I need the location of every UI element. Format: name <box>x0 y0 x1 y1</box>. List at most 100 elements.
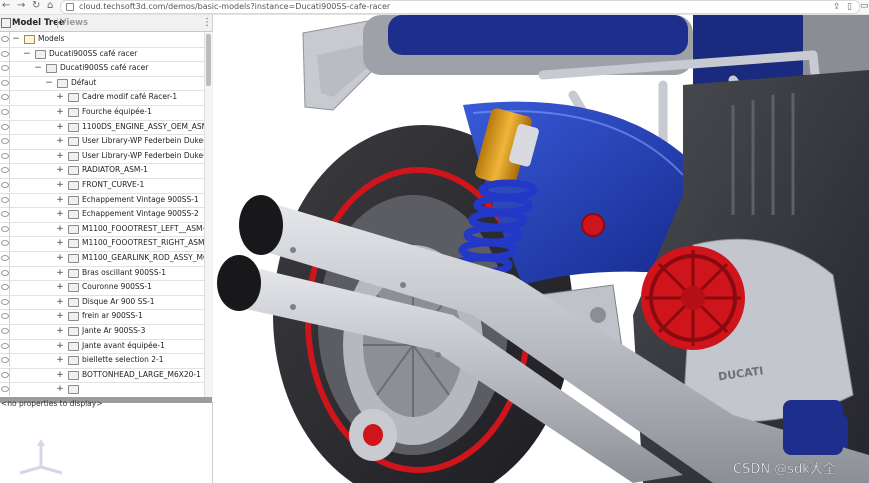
expand-plus-icon[interactable]: + <box>56 324 64 338</box>
expand-plus-icon[interactable]: + <box>56 309 64 323</box>
sidebar-toggle-icon[interactable]: ▭ <box>860 0 869 12</box>
tree-node-label[interactable]: BOTTONHEAD_LARGE_M6X20-1 <box>82 368 201 382</box>
tree-node-label[interactable]: M1100_FOOOTREST_RIGHT_ASM-1 <box>82 236 204 250</box>
expand-plus-icon[interactable]: + <box>56 266 64 280</box>
tree-row[interactable]: − Models <box>0 32 204 48</box>
visibility-eye-icon[interactable] <box>1 211 9 218</box>
visibility-eye-icon[interactable] <box>1 196 9 203</box>
expand-plus-icon[interactable]: + <box>56 353 64 367</box>
visibility-eye-icon[interactable] <box>1 313 9 320</box>
visibility-eye-icon[interactable] <box>1 386 9 393</box>
tree-node-label[interactable]: Ducati900SS café racer <box>49 47 137 61</box>
tree-node-label[interactable]: Disque Ar 900 SS-1 <box>82 295 155 309</box>
visibility-eye-icon[interactable] <box>1 109 9 115</box>
visibility-eye-icon[interactable] <box>1 65 9 72</box>
expand-plus-icon[interactable]: + <box>56 134 64 148</box>
expand-plus-icon[interactable]: + <box>56 382 64 396</box>
reload-icon[interactable]: ↻ <box>32 0 40 12</box>
expand-plus-icon[interactable]: + <box>56 222 64 236</box>
forward-arrow-icon[interactable]: → <box>17 0 25 12</box>
share-icon[interactable]: ⇪ <box>833 1 841 13</box>
tree-node-label[interactable]: Fourche équipée-1 <box>82 105 152 119</box>
tree-node-label[interactable]: Cadre modif café Racer-1 <box>82 90 177 104</box>
tree-row[interactable]: + User Library-WP Federbein Duke-2 <box>0 148 204 165</box>
tree-node-label[interactable]: User Library-WP Federbein Duke-1 <box>82 134 204 148</box>
tree-row[interactable]: + Echappement Vintage 900SS-2 <box>0 207 204 223</box>
visibility-eye-icon[interactable] <box>1 94 9 101</box>
collapse-minus-icon[interactable]: − <box>23 47 31 61</box>
address-bar[interactable]: cloud.techsoft3d.com/demos/basic-models?… <box>60 0 860 14</box>
expand-plus-icon[interactable]: + <box>56 193 64 207</box>
visibility-eye-icon[interactable] <box>1 138 9 145</box>
tree-row[interactable]: + Echappement Vintage 900SS-1 <box>0 192 204 209</box>
visibility-eye-icon[interactable] <box>1 328 9 334</box>
tree-node-label[interactable]: Jante Ar 900SS-3 <box>82 324 145 338</box>
tree-node-label[interactable]: FRONT_CURVE-1 <box>82 178 144 192</box>
bookmark-icon[interactable]: ▯ <box>847 1 852 13</box>
tree-row[interactable]: + Couronne 900SS-1 <box>0 280 204 296</box>
visibility-eye-icon[interactable] <box>1 298 9 305</box>
visibility-eye-icon[interactable] <box>1 240 9 247</box>
expand-plus-icon[interactable]: + <box>56 236 64 250</box>
tree-node-label[interactable]: biellette selection 2-1 <box>82 353 163 367</box>
tree-node-label[interactable]: M1100_GEARLINK_ROD_ASSY_MOTOCO... <box>82 251 204 265</box>
expand-plus-icon[interactable]: + <box>56 368 64 382</box>
tree-row[interactable]: + biellette selection 2-1 <box>0 353 204 369</box>
tree-row[interactable]: + Bras oscillant 900SS-1 <box>0 265 204 282</box>
tree-row[interactable]: + M1100_FOOOTREST_LEFT__ASM-1 <box>0 221 204 238</box>
tree-row[interactable]: + Jante Ar 900SS-3 <box>0 324 204 340</box>
visibility-eye-icon[interactable] <box>1 284 9 291</box>
tree-node-label[interactable]: RADIATOR_ASM-1 <box>82 163 148 177</box>
visibility-eye-icon[interactable] <box>1 225 9 232</box>
more-options-icon[interactable]: ⋮ <box>202 15 212 31</box>
panel-toggle-icon[interactable] <box>1 18 11 28</box>
tree-row[interactable]: + FRONT_CURVE-1 <box>0 178 204 194</box>
tree-row[interactable]: + User Library-WP Federbein Duke-1 <box>0 134 204 150</box>
tree-node-label[interactable]: Echappement Vintage 900SS-2 <box>82 207 199 221</box>
tree-row[interactable]: + Jante avant équipée-1 <box>0 338 204 355</box>
tree-row[interactable]: + BOTTONHEAD_LARGE_M6X20-1 <box>0 367 204 384</box>
visibility-eye-icon[interactable] <box>1 50 9 57</box>
motorcycle-model[interactable]: DUCATI CSDN @sdk大全 <box>213 15 869 483</box>
scrollbar-thumb[interactable] <box>206 34 211 86</box>
tree-row[interactable]: + M1100_FOOOTREST_RIGHT_ASM-1 <box>0 236 204 252</box>
3d-viewer-canvas[interactable]: DUCATI CSDN @sdk大全 <box>213 15 869 483</box>
visibility-eye-icon[interactable] <box>1 123 9 130</box>
tree-row[interactable]: + <box>0 382 204 398</box>
collapse-minus-icon[interactable]: − <box>34 61 42 75</box>
visibility-eye-icon[interactable] <box>1 342 9 349</box>
tree-node-label[interactable]: Models <box>38 32 64 46</box>
tree-row[interactable]: + M1100_GEARLINK_ROD_ASSY_MOTOCO... <box>0 251 204 267</box>
tree-node-label[interactable]: Echappement Vintage 900SS-1 <box>82 193 199 207</box>
tree-node-label[interactable]: 1100DS_ENGINE_ASSY_OEM_ASM-1 <box>82 120 204 134</box>
tree-row[interactable]: − Ducati900SS café racer <box>0 46 204 63</box>
expand-plus-icon[interactable]: + <box>56 105 64 119</box>
tree-node-label[interactable]: frein ar 900SS-1 <box>82 309 143 323</box>
expand-plus-icon[interactable]: + <box>56 280 64 294</box>
expand-plus-icon[interactable]: + <box>56 120 64 134</box>
tree-row[interactable]: + frein ar 900SS-1 <box>0 309 204 325</box>
tree-node-label[interactable]: Ducati900SS café racer <box>60 61 148 75</box>
tree-node-label[interactable]: User Library-WP Federbein Duke-2 <box>82 149 204 163</box>
expand-plus-icon[interactable]: + <box>56 149 64 163</box>
visibility-eye-icon[interactable] <box>1 255 9 261</box>
tree-node-label[interactable]: Couronne 900SS-1 <box>82 280 152 294</box>
tree-node-label[interactable]: Bras oscillant 900SS-1 <box>82 266 166 280</box>
tree-node-label[interactable]: M1100_FOOOTREST_LEFT__ASM-1 <box>82 222 204 236</box>
expand-plus-icon[interactable]: + <box>56 178 64 192</box>
expand-plus-icon[interactable]: + <box>56 295 64 309</box>
visibility-eye-icon[interactable] <box>1 152 9 159</box>
tree-node-label[interactable]: Jante avant équipée-1 <box>82 339 165 353</box>
visibility-eye-icon[interactable] <box>1 36 9 42</box>
tree-row[interactable]: + Fourche équipée-1 <box>0 105 204 121</box>
expand-plus-icon[interactable]: + <box>56 251 64 265</box>
visibility-eye-icon[interactable] <box>1 357 9 364</box>
visibility-eye-icon[interactable] <box>1 167 9 174</box>
collapse-minus-icon[interactable]: − <box>45 76 53 90</box>
tree-row[interactable]: − Défaut <box>0 75 204 92</box>
collapse-minus-icon[interactable]: − <box>12 32 20 46</box>
tree-scrollbar[interactable] <box>204 32 213 402</box>
tree-row[interactable]: + RADIATOR_ASM-1 <box>0 163 204 179</box>
visibility-eye-icon[interactable] <box>1 79 9 86</box>
tab-views[interactable]: Views <box>60 15 88 31</box>
